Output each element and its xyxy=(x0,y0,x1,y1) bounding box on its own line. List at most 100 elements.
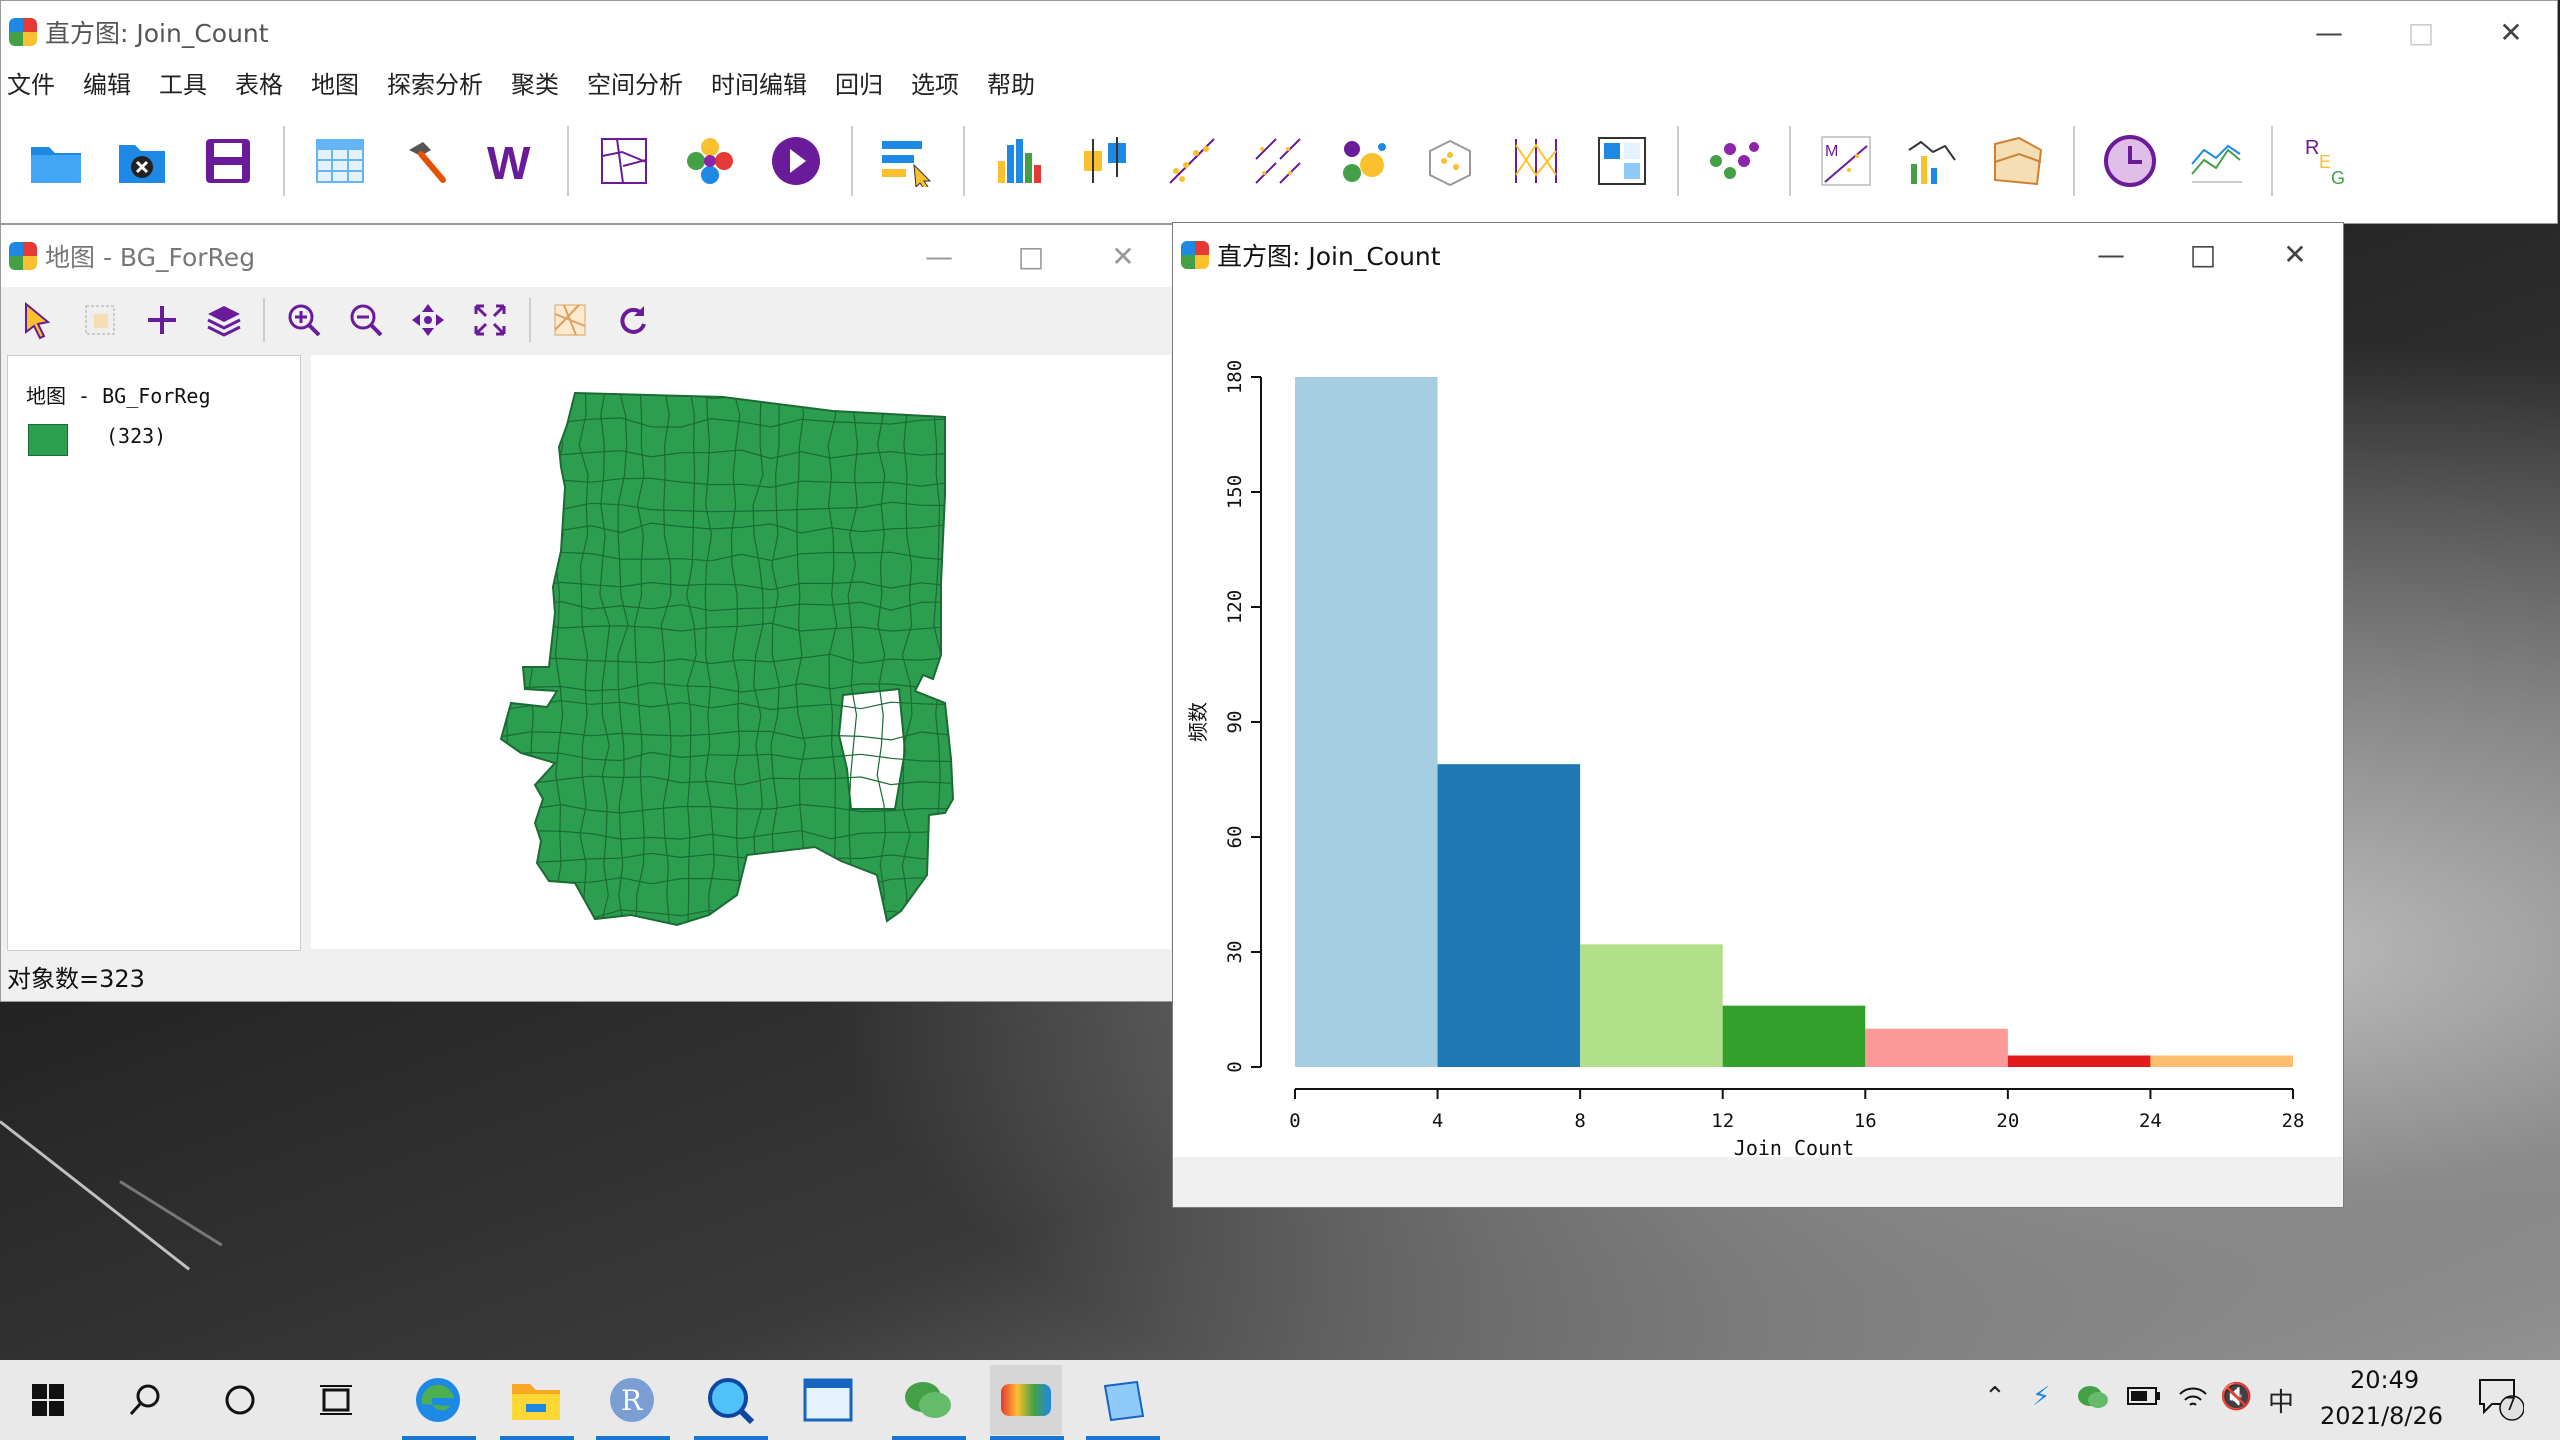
save-icon[interactable] xyxy=(197,130,259,192)
bubble-chart-icon[interactable] xyxy=(1333,130,1395,192)
correlogram-icon[interactable] xyxy=(1901,130,1963,192)
main-titlebar[interactable]: 直方图: Join_Count — □ ✕ xyxy=(1,1,2557,63)
table-icon[interactable] xyxy=(309,130,371,192)
geoda-logo-icon xyxy=(1181,241,1209,269)
close-button[interactable]: ✕ xyxy=(2471,1,2551,63)
menu-map[interactable]: 地图 xyxy=(311,65,359,100)
map-movie-play-icon[interactable] xyxy=(765,130,827,192)
wechat-tray-icon[interactable] xyxy=(2076,1382,2110,1419)
menu-options[interactable]: 选项 xyxy=(911,65,959,100)
magnifier-app-icon[interactable] xyxy=(700,1370,760,1430)
windows-start-icon[interactable] xyxy=(18,1370,78,1430)
histogram-bar[interactable] xyxy=(1295,377,1438,1067)
histogram-bar[interactable] xyxy=(1865,1028,2008,1067)
3d-scatter-icon[interactable] xyxy=(1419,130,1481,192)
clock-date[interactable]: 2021/8/26 xyxy=(2320,1402,2443,1430)
lightning-tray-icon[interactable]: ⚡ xyxy=(2032,1382,2050,1412)
menu-table[interactable]: 表格 xyxy=(235,65,283,100)
maximize-button[interactable]: □ xyxy=(2163,223,2243,285)
menu-clusters[interactable]: 聚类 xyxy=(511,65,559,100)
regression-icon[interactable]: REG xyxy=(2297,130,2359,192)
toolbar-separator xyxy=(283,126,285,196)
pan-icon[interactable] xyxy=(405,297,451,343)
refresh-icon[interactable] xyxy=(609,297,655,343)
box-plot-icon[interactable] xyxy=(1075,130,1137,192)
moran-scatter-icon[interactable]: M xyxy=(1815,130,1877,192)
clock-time[interactable]: 20:49 xyxy=(2350,1366,2419,1394)
conditional-plot-icon[interactable] xyxy=(1591,130,1653,192)
menu-regression[interactable]: 回归 xyxy=(835,65,883,100)
maximize-button[interactable]: □ xyxy=(991,225,1071,287)
menu-time-editor[interactable]: 时间编辑 xyxy=(711,65,807,100)
map-canvas[interactable] xyxy=(311,355,1171,949)
window-app-icon[interactable] xyxy=(798,1370,858,1430)
histogram-bar[interactable] xyxy=(1437,764,1581,1067)
wechat-icon[interactable] xyxy=(898,1370,958,1430)
category-editor-icon[interactable] xyxy=(877,130,939,192)
map-polygons[interactable] xyxy=(311,355,1171,949)
menu-file[interactable]: 文件 xyxy=(7,65,55,100)
zoom-in-icon[interactable] xyxy=(281,297,327,343)
taskbar: R ⌃ ⚡ 🔇 中 20:49 2021/8/26 7 xyxy=(0,1360,2560,1440)
full-extent-icon[interactable] xyxy=(467,297,513,343)
layers-icon[interactable] xyxy=(201,297,247,343)
scatter-matrix-icon[interactable] xyxy=(1247,130,1309,192)
menu-explore[interactable]: 探索分析 xyxy=(387,65,483,100)
add-plus-icon[interactable] xyxy=(139,297,185,343)
histogram-canvas[interactable]: 0 4 8 12 16 20 24 28 0 30 60 90 120 150 180 频数 Join_Co… xyxy=(1173,287,2343,1160)
notebook-app-icon[interactable] xyxy=(1092,1370,1152,1430)
map-icon[interactable] xyxy=(593,130,655,192)
map-legend-pane[interactable]: 地图 - BG_ForReg (323) xyxy=(7,355,301,951)
edge-browser-icon[interactable] xyxy=(408,1370,468,1430)
task-view-icon[interactable] xyxy=(306,1370,366,1430)
time-player-icon[interactable] xyxy=(2099,130,2161,192)
menu-space[interactable]: 空间分析 xyxy=(587,65,683,100)
minimize-button[interactable]: — xyxy=(2071,223,2151,285)
menu-tools[interactable]: 工具 xyxy=(159,65,207,100)
battery-icon[interactable] xyxy=(2126,1382,2162,1417)
maximize-button[interactable]: □ xyxy=(2381,1,2461,63)
weights-manager-icon[interactable]: W xyxy=(481,130,543,192)
histogram-bar[interactable] xyxy=(2007,1055,2151,1068)
selection-mode-icon[interactable] xyxy=(77,297,123,343)
histogram-titlebar[interactable]: 直方图: Join_Count — □ ✕ xyxy=(1173,223,2343,287)
histogram-icon[interactable] xyxy=(989,130,1051,192)
cluster-maps-icon[interactable] xyxy=(1703,130,1765,192)
open-folder-icon[interactable] xyxy=(25,130,87,192)
legend-color-swatch[interactable] xyxy=(28,424,68,456)
svg-text:R: R xyxy=(621,1384,643,1417)
close-button[interactable]: ✕ xyxy=(2255,223,2335,285)
show-hidden-icons-chevron-up-icon[interactable]: ⌃ xyxy=(1984,1382,2006,1412)
geoda-taskbar-icon[interactable] xyxy=(990,1365,1062,1435)
file-explorer-icon[interactable] xyxy=(506,1370,566,1430)
volume-muted-icon[interactable]: 🔇 xyxy=(2220,1382,2252,1412)
histogram-bar[interactable] xyxy=(1580,944,1723,1067)
close-button[interactable]: ✕ xyxy=(1083,225,1163,287)
map-titlebar[interactable]: 地图 - BG_ForReg — □ ✕ xyxy=(1,225,1173,287)
search-icon[interactable] xyxy=(116,1370,176,1430)
histogram-bar[interactable] xyxy=(1722,1005,1866,1067)
menu-edit[interactable]: 编辑 xyxy=(83,65,131,100)
close-project-icon[interactable] xyxy=(111,130,173,192)
minimize-button[interactable]: — xyxy=(899,225,979,287)
cartogram-icon[interactable] xyxy=(679,130,741,192)
svg-text:W: W xyxy=(487,137,531,185)
lisa-map-icon[interactable] xyxy=(1987,130,2049,192)
scatter-plot-icon[interactable] xyxy=(1161,130,1223,192)
histogram-bar[interactable] xyxy=(2150,1055,2293,1068)
tools-hammer-icon[interactable] xyxy=(395,130,457,192)
geoda-logo-icon xyxy=(9,242,37,270)
minimize-button[interactable]: — xyxy=(2289,1,2369,63)
select-arrow-icon[interactable] xyxy=(15,297,61,343)
histogram-chart[interactable]: 0 4 8 12 16 20 24 28 0 30 60 90 120 150 180 频数 Join_Co… xyxy=(1173,287,2343,1160)
zoom-out-icon[interactable] xyxy=(343,297,389,343)
ime-indicator[interactable]: 中 xyxy=(2268,1382,2294,1419)
r-app-icon[interactable]: R xyxy=(602,1370,662,1430)
averages-chart-icon[interactable] xyxy=(2185,130,2247,192)
menu-help[interactable]: 帮助 xyxy=(987,65,1035,100)
parallel-coordinate-icon[interactable] xyxy=(1505,130,1567,192)
notification-center-icon[interactable]: 7 xyxy=(2476,1374,2525,1429)
wifi-icon[interactable] xyxy=(2176,1382,2210,1419)
basemap-icon[interactable] xyxy=(547,297,593,343)
cortana-icon[interactable] xyxy=(210,1370,270,1430)
